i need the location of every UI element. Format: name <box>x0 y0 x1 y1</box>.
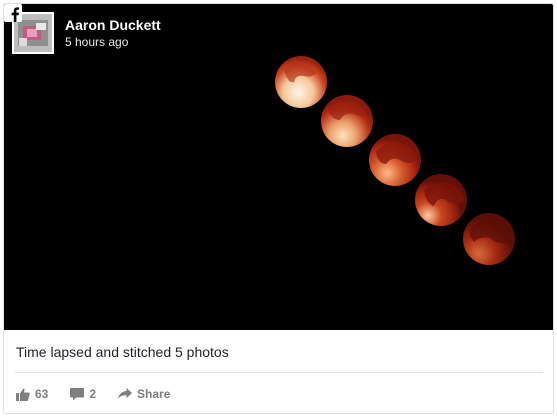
share-button[interactable]: Share <box>118 387 170 401</box>
post-header: Aaron Duckett 5 hours ago <box>4 4 553 60</box>
comment-icon <box>70 387 85 400</box>
facebook-icon[interactable] <box>4 4 22 22</box>
post-card: Aaron Duckett 5 hours ago Time lapsed an… <box>3 3 554 414</box>
like-button[interactable]: 63 <box>16 387 48 401</box>
share-label: Share <box>137 387 171 401</box>
post-timestamp[interactable]: 5 hours ago <box>65 35 128 49</box>
like-count: 63 <box>35 387 49 401</box>
thumbs-up-icon <box>16 388 30 401</box>
author-name[interactable]: Aaron Duckett <box>65 17 161 33</box>
comment-count: 2 <box>89 387 97 401</box>
share-arrow-icon <box>118 388 133 399</box>
comment-button[interactable]: 2 <box>70 387 96 401</box>
post-caption: Time lapsed and stitched 5 photos <box>16 344 229 360</box>
post-image[interactable]: Aaron Duckett 5 hours ago <box>4 4 553 330</box>
action-bar: 63 2 Share <box>16 384 192 404</box>
divider <box>14 372 543 373</box>
